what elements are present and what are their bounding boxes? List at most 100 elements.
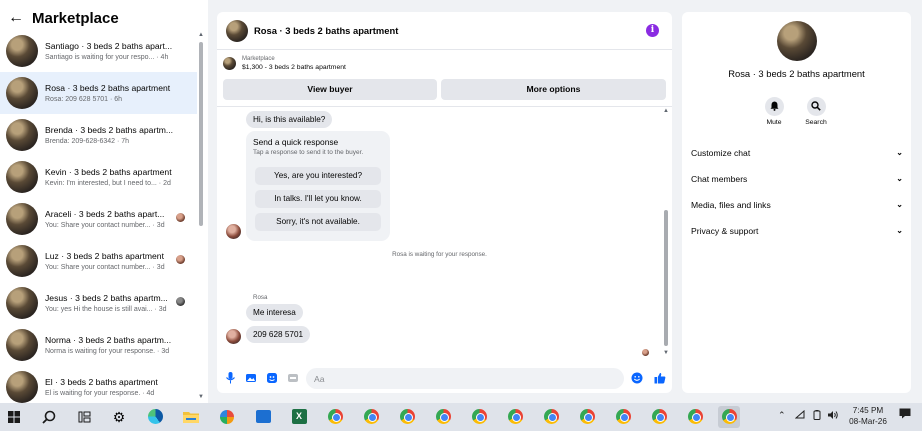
message-bubble: Hi, is this available?	[246, 111, 333, 128]
view-buyer-button[interactable]: View buyer	[223, 79, 437, 100]
emoji-icon[interactable]	[630, 372, 643, 385]
conversation-item[interactable]: Luz · 3 beds 2 baths apartment You: Share…	[0, 240, 197, 282]
chrome-icon[interactable]	[324, 406, 346, 428]
privacy-support-row[interactable]: Privacy & support ⌄	[691, 224, 903, 238]
quick-response-subtitle: Tap a response to send it to the buyer.	[253, 149, 364, 156]
photo-icon[interactable]	[244, 372, 257, 385]
conversation-preview: Norma is waiting for your response. · 3d	[45, 347, 170, 355]
chrome-icon[interactable]	[684, 406, 706, 428]
microphone-icon[interactable]	[224, 372, 237, 385]
store-app-icon[interactable]	[252, 406, 274, 428]
excel-icon[interactable]: X	[288, 406, 310, 428]
paint-app-icon[interactable]	[216, 406, 238, 428]
conversation-preview: Santiago is waiting for your respo... · …	[45, 53, 169, 61]
gif-icon[interactable]	[286, 372, 299, 385]
info-icon[interactable]: i	[646, 24, 659, 37]
search-button[interactable]: Search	[796, 97, 836, 126]
task-view-icon[interactable]	[73, 406, 95, 428]
chrome-icon[interactable]	[396, 406, 418, 428]
mute-button[interactable]: Mute	[754, 97, 794, 126]
avatar	[6, 119, 38, 151]
row-label: Privacy & support	[691, 226, 759, 236]
file-explorer-icon[interactable]	[180, 406, 202, 428]
chat-details-panel: Rosa · 3 beds 2 baths apartment Mute Sea…	[682, 12, 911, 393]
conversation-name: Jesus · 3 beds 2 baths apartm...	[45, 292, 168, 303]
listing-price: $1,300 - 3 beds 2 baths apartment	[242, 64, 346, 71]
customize-chat-row[interactable]: Customize chat ⌄	[691, 146, 903, 160]
sticker-icon[interactable]	[265, 372, 278, 385]
conversation-item[interactable]: Brenda · 3 beds 2 baths apartm... Brenda:…	[0, 114, 197, 156]
chevron-down-icon: ⌄	[896, 148, 903, 157]
conversation-item[interactable]: Kevin · 3 beds 2 baths apartment Kevin: I…	[0, 156, 197, 198]
avatar	[226, 329, 241, 344]
listing-thumbnail	[223, 57, 236, 70]
conversation-item[interactable]: Santiago · 3 beds 2 baths apart... Santia…	[0, 30, 197, 72]
chrome-icon[interactable]	[648, 406, 670, 428]
avatar	[6, 245, 38, 277]
quick-response-option[interactable]: Yes, are you interested?	[255, 167, 381, 185]
listing-summary[interactable]: Marketplace $1,300 - 3 beds 2 baths apar…	[223, 55, 346, 72]
notification-icon[interactable]	[899, 408, 912, 421]
message-input[interactable]	[306, 368, 624, 389]
quick-response-option[interactable]: Sorry, it's not available.	[255, 213, 381, 231]
battery-icon[interactable]	[812, 410, 822, 422]
row-label: Media, files and links	[691, 200, 771, 210]
conversation-preview: You: yes Hi the house is still avai... ·…	[45, 305, 167, 313]
edge-browser-icon[interactable]	[144, 406, 166, 428]
search-label: Search	[805, 119, 827, 126]
chrome-icon[interactable]	[718, 406, 740, 428]
chrome-icon[interactable]	[612, 406, 634, 428]
seen-avatar	[176, 213, 185, 222]
windows-start-icon[interactable]	[3, 406, 25, 428]
chat-scrollbar[interactable]: ▲ ▼	[662, 108, 670, 358]
chat-title[interactable]: Rosa · 3 beds 2 baths apartment	[254, 25, 398, 36]
scroll-thumb[interactable]	[664, 210, 668, 346]
conversation-name: Rosa · 3 beds 2 baths apartment	[45, 82, 171, 93]
chrome-icon[interactable]	[504, 406, 526, 428]
quick-response-card: Send a quick response Tap a response to …	[246, 131, 390, 241]
avatar	[6, 329, 38, 361]
chrome-icon[interactable]	[468, 406, 490, 428]
chrome-icon[interactable]	[360, 406, 382, 428]
conversation-item[interactable]: Araceli · 3 beds 2 baths apart... You: Sh…	[0, 198, 197, 240]
chrome-icon[interactable]	[432, 406, 454, 428]
conversation-preview: El is waiting for your response. · 4d	[45, 389, 155, 397]
volume-icon[interactable]	[827, 410, 839, 422]
conversation-name: Kevin · 3 beds 2 baths apartment	[45, 166, 172, 177]
media-files-links-row[interactable]: Media, files and links ⌄	[691, 198, 903, 212]
scroll-down-icon[interactable]: ▼	[198, 394, 204, 400]
conversation-preview: You: Share your contact number... · 3d	[45, 221, 165, 229]
conversation-item-active[interactable]: Rosa · 3 beds 2 baths apartment Rosa: 209…	[0, 72, 197, 114]
clock-time: 7:45 PM	[852, 406, 884, 415]
scroll-thumb[interactable]	[199, 42, 203, 226]
scroll-up-icon[interactable]: ▲	[663, 108, 669, 114]
sidebar-header: ← Marketplace	[8, 9, 119, 27]
network-icon[interactable]	[794, 409, 805, 421]
avatar[interactable]	[777, 21, 817, 61]
sidebar-scrollbar[interactable]: ▲ ▼	[198, 32, 205, 402]
chevron-up-icon[interactable]: ⌃	[778, 410, 786, 421]
quick-response-option[interactable]: In talks. I'll let you know.	[255, 190, 381, 208]
thumbs-up-icon[interactable]	[653, 372, 666, 385]
sender-label: Rosa	[253, 294, 268, 301]
settings-gear-icon[interactable]: ⚙	[108, 406, 130, 428]
arrow-left-icon[interactable]: ←	[8, 9, 24, 27]
mute-label: Mute	[766, 119, 782, 126]
message-thread: Hi, is this available? Send a quick resp…	[217, 107, 662, 357]
chrome-icon[interactable]	[576, 406, 598, 428]
conversation-item[interactable]: Norma · 3 beds 2 baths apartm... Norma is…	[0, 324, 197, 366]
clock-date: 08-Mar-26	[849, 417, 887, 426]
avatar	[6, 77, 38, 109]
avatar[interactable]	[226, 19, 248, 42]
scroll-down-icon[interactable]: ▼	[663, 350, 669, 356]
quick-response-title: Send a quick response	[253, 137, 339, 147]
chat-members-row[interactable]: Chat members ⌄	[691, 172, 903, 186]
more-options-button[interactable]: More options	[441, 79, 666, 100]
scroll-up-icon[interactable]: ▲	[198, 32, 204, 38]
taskbar-clock[interactable]: 7:45 PM 08-Mar-26	[847, 405, 889, 427]
conversation-item[interactable]: El · 3 beds 2 baths apartment El is waiti…	[0, 366, 197, 408]
row-label: Chat members	[691, 174, 748, 184]
search-icon[interactable]	[38, 406, 60, 428]
chrome-icon[interactable]	[540, 406, 562, 428]
conversation-item[interactable]: Jesus · 3 beds 2 baths apartm... You: yes…	[0, 282, 197, 324]
